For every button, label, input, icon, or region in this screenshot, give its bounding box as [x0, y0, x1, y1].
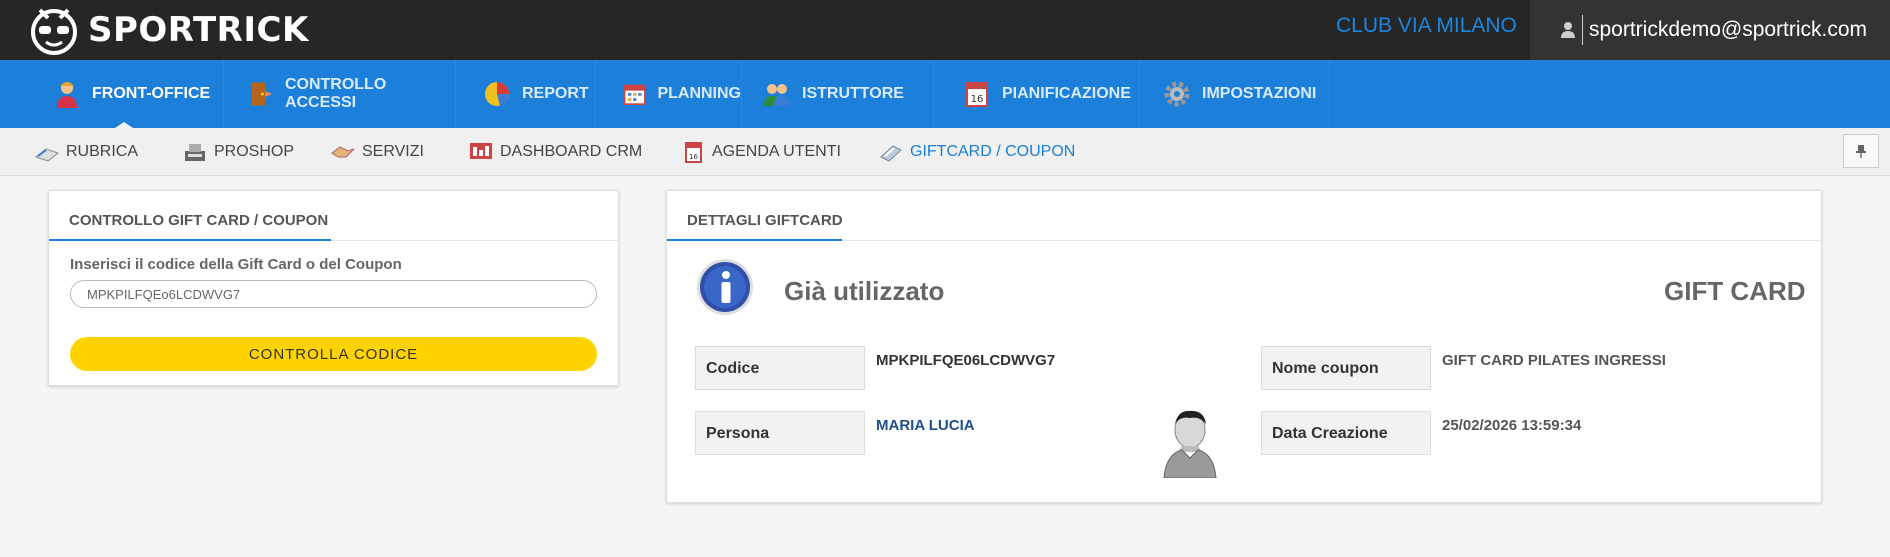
- svg-text:16: 16: [971, 94, 984, 105]
- brand-name: SPORTRICK: [88, 10, 309, 50]
- subnav-label: RUBRICA: [66, 143, 139, 160]
- user-email: sportrickdemo@sportrick.com: [1589, 18, 1868, 41]
- pie-chart-icon: [485, 82, 510, 106]
- persona-link[interactable]: MARIA LUCIA: [876, 417, 975, 434]
- calendar-icon: 16: [966, 82, 988, 107]
- panel-title-underline: [49, 239, 331, 241]
- pin-icon: [1856, 145, 1866, 158]
- panel-title-underline: [667, 239, 842, 241]
- user-icon: [1561, 22, 1575, 38]
- dashboard-icon: [470, 143, 492, 159]
- user-separator: [1582, 15, 1583, 45]
- nav-label: PIANIFICAZIONE: [1002, 85, 1131, 102]
- door-access-icon: [251, 82, 273, 106]
- giftcard-icon: [880, 145, 902, 162]
- nav-label: CONTROLLO ACCESSI: [284, 76, 387, 111]
- subnav-label: AGENDA UTENTI: [712, 143, 841, 160]
- persona-label: Persona: [695, 411, 865, 455]
- receptionist-icon: [57, 82, 77, 108]
- panel-header: CONTROLLO GIFT CARD / COUPON: [49, 191, 618, 241]
- nome-coupon-value: GIFT CARD PILATES INGRESSI: [1442, 352, 1666, 369]
- nav-pianificazione[interactable]: 16 PIANIFICAZIONE: [934, 60, 1140, 128]
- nav-controllo-accessi[interactable]: CONTROLLO ACCESSI: [224, 60, 456, 128]
- instructors-icon: [764, 84, 790, 106]
- check-code-button[interactable]: CONTROLLA CODICE: [70, 337, 597, 371]
- subnav-giftcard-coupon[interactable]: GIFTCARD / COUPON: [878, 128, 1075, 176]
- nav-istruttore[interactable]: ISTRUTTORE: [742, 60, 934, 128]
- brand-logo[interactable]: SPORTRICK: [28, 0, 309, 60]
- giftcard-type: GIFT CARD: [1664, 276, 1806, 306]
- data-creazione-label: Data Creazione: [1261, 411, 1431, 455]
- nav-label: REPORT: [522, 85, 589, 102]
- subnav-rubrica[interactable]: RUBRICA: [34, 128, 138, 176]
- panel-header: DETTAGLI GIFTCARD: [667, 191, 1821, 241]
- nav-impostazioni[interactable]: IMPOSTAZIONI: [1140, 60, 1330, 128]
- top-bar: SPORTRICK CLUB VIA MILANO sportrickdemo@…: [0, 0, 1890, 60]
- address-book-icon: [34, 148, 60, 162]
- nav-label: IMPOSTAZIONI: [1202, 85, 1317, 102]
- subnav-label: PROSHOP: [214, 143, 295, 160]
- subnav-proshop[interactable]: PROSHOP: [182, 128, 294, 176]
- nav-label: PLANNING: [657, 85, 741, 102]
- subnav-label: DASHBOARD CRM: [500, 143, 643, 160]
- nav-front-office[interactable]: FRONT-OFFICE: [28, 60, 224, 128]
- main-nav: FRONT-OFFICE CONTROLLO ACCESSI REPORT PL…: [0, 60, 1890, 128]
- pin-toggle-button[interactable]: [1843, 134, 1879, 168]
- person-avatar-icon: [1163, 410, 1217, 478]
- info-icon: [697, 259, 753, 315]
- panel-title: CONTROLLO GIFT CARD / COUPON: [69, 212, 329, 229]
- nav-label: FRONT-OFFICE: [92, 85, 211, 102]
- subnav-label: SERVIZI: [362, 143, 424, 160]
- svg-text:16: 16: [689, 153, 698, 161]
- subnav-dashboard-crm[interactable]: DASHBOARD CRM: [468, 128, 642, 176]
- sub-nav: RUBRICA PROSHOP SERVIZI DASHBOARD CRM 16…: [0, 128, 1890, 176]
- nome-coupon-label: Nome coupon: [1261, 346, 1431, 390]
- giftcard-status: Già utilizzato: [784, 276, 945, 306]
- subnav-agenda-utenti[interactable]: 16 AGENDA UTENTI: [680, 128, 841, 176]
- sportrick-logo-icon: [31, 8, 77, 55]
- panel-title: DETTAGLI GIFTCARD: [687, 212, 843, 229]
- code-input-label: Inserisci il codice della Gift Card o de…: [70, 256, 402, 273]
- code-input[interactable]: [70, 280, 597, 308]
- codice-value: MPKPILFQE06LCDWVG7: [876, 352, 1056, 369]
- nav-label: ISTRUTTORE: [802, 85, 904, 102]
- nav-planning[interactable]: PLANNING: [596, 60, 742, 128]
- calendar-grid-icon: [623, 84, 646, 106]
- data-creazione-value: 25/02/2026 13:59:34: [1442, 417, 1582, 434]
- nav-report[interactable]: REPORT: [456, 60, 596, 128]
- gear-icon: [1164, 81, 1190, 107]
- codice-label: Codice: [695, 346, 865, 390]
- club-selector[interactable]: CLUB VIA MILANO: [1336, 14, 1517, 38]
- services-icon: [331, 146, 355, 158]
- agenda-icon: 16: [685, 142, 702, 163]
- cash-register-icon: [185, 144, 205, 161]
- user-menu[interactable]: sportrickdemo@sportrick.com: [1530, 0, 1890, 60]
- subnav-label: GIFTCARD / COUPON: [910, 143, 1076, 160]
- subnav-servizi[interactable]: SERVIZI: [330, 128, 424, 176]
